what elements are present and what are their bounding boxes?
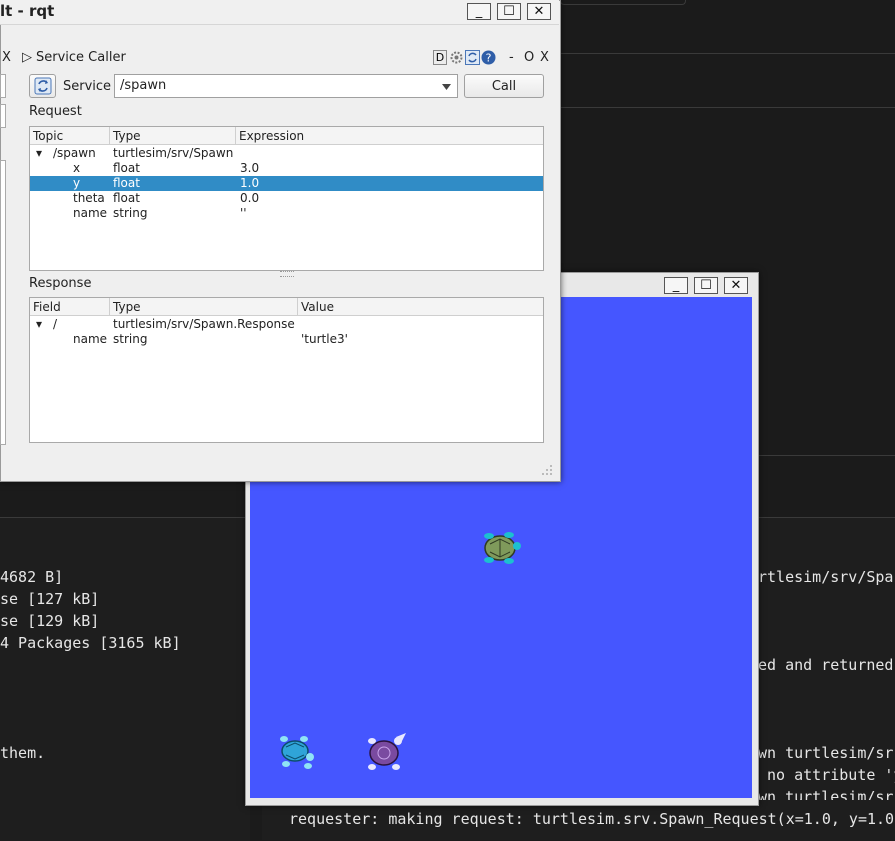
terminal-line: 4 Packages [3165 kB] bbox=[0, 634, 181, 652]
rqt-close-button[interactable]: ✕ bbox=[527, 3, 551, 20]
left-dock-widget bbox=[0, 74, 6, 98]
terminal-line: them. bbox=[0, 744, 46, 762]
left-dock-widget bbox=[0, 104, 6, 128]
row-topic: x bbox=[73, 161, 81, 175]
terminal-line: requester: making request: turtlesim.srv… bbox=[289, 810, 895, 828]
plugin-minimize-button[interactable]: - bbox=[509, 50, 514, 65]
plugin-float-button[interactable]: O bbox=[524, 50, 534, 65]
splitter-handle[interactable] bbox=[280, 271, 294, 277]
column-header-type[interactable]: Type bbox=[110, 127, 236, 145]
rqt-maximize-button[interactable]: ☐ bbox=[497, 3, 521, 20]
row-topic: y bbox=[73, 176, 81, 190]
column-header-type[interactable]: Type bbox=[110, 298, 298, 316]
turtlesim-maximize-button[interactable]: ☐ bbox=[694, 277, 718, 294]
left-dock-close-button[interactable]: X bbox=[2, 50, 11, 65]
row-expression[interactable]: 1.0 bbox=[240, 176, 259, 191]
service-label: Service bbox=[63, 79, 112, 94]
row-field: / bbox=[53, 317, 58, 331]
minimize-icon: _ bbox=[664, 277, 688, 294]
terminal-bottom: requester: making request: turtlesim.srv… bbox=[262, 800, 895, 840]
expand-arrow-icon[interactable]: ▾ bbox=[36, 317, 42, 332]
row-type: float bbox=[113, 161, 140, 175]
row-expression[interactable]: 0.0 bbox=[240, 191, 259, 206]
plugin-close-button[interactable]: X bbox=[540, 50, 549, 65]
maximize-icon: ☐ bbox=[497, 3, 521, 20]
chevron-down-icon bbox=[442, 84, 451, 90]
response-tree[interactable]: Field Type Value ▾ / turtlesim/srv/Spawn… bbox=[29, 297, 544, 443]
tree-row[interactable]: ▾ / turtlesim/srv/Spawn.Response bbox=[30, 317, 543, 332]
terminal-line: 4682 B] bbox=[0, 568, 64, 586]
row-topic: /spawn bbox=[53, 146, 96, 160]
reload-icon[interactable] bbox=[465, 50, 480, 65]
plugin-d-button[interactable]: D bbox=[433, 50, 447, 65]
tree-row[interactable]: ▾ /spawn turtlesim/srv/Spawn bbox=[30, 146, 543, 161]
terminal-left: 4682 B] se [127 kB] se [129 kB] 4 Packag… bbox=[0, 517, 250, 841]
row-type: float bbox=[113, 191, 140, 205]
row-type: turtlesim/srv/Spawn bbox=[113, 146, 234, 160]
maximize-icon: ☐ bbox=[694, 277, 718, 294]
terminal-top-right-btn bbox=[560, 0, 686, 5]
column-header-value[interactable]: Value bbox=[298, 298, 543, 316]
plugin-expand-icon[interactable]: ▷ bbox=[22, 50, 32, 65]
tree-row[interactable]: x float 3.0 bbox=[30, 161, 543, 176]
tree-row[interactable]: theta float 0.0 bbox=[30, 191, 543, 206]
close-icon: ✕ bbox=[724, 277, 748, 294]
help-icon[interactable]: ? bbox=[481, 50, 496, 65]
terminal-line: no attribute 'y bbox=[758, 766, 895, 784]
refresh-icon bbox=[34, 77, 51, 95]
terminal-line: wn turtlesim/sr bbox=[758, 744, 894, 762]
close-icon: ✕ bbox=[527, 3, 551, 20]
rqt-minimize-button[interactable]: _ bbox=[467, 3, 491, 20]
row-type: string bbox=[113, 206, 148, 220]
rqt-window-title: lt - rqt bbox=[0, 2, 55, 20]
column-header-field[interactable]: Field bbox=[30, 298, 110, 316]
plugin-title: Service Caller bbox=[36, 50, 126, 65]
response-label: Response bbox=[29, 276, 92, 291]
row-topic: name bbox=[73, 206, 108, 220]
refresh-services-button[interactable] bbox=[29, 74, 56, 98]
column-header-expression[interactable]: Expression bbox=[236, 127, 543, 145]
resize-grip-icon[interactable] bbox=[541, 464, 553, 476]
service-select-value: /spawn bbox=[120, 78, 167, 93]
tree-row[interactable]: name string '' bbox=[30, 206, 543, 221]
svg-text:?: ? bbox=[486, 52, 492, 65]
turtle-purple-icon bbox=[368, 733, 406, 770]
terminal-right: rtlesim/srv/Spa ed and returned wn turtl… bbox=[756, 517, 895, 841]
turtle-blue-icon bbox=[280, 736, 314, 769]
row-type: turtlesim/srv/Spawn.Response bbox=[113, 317, 295, 331]
terminal-line: se [127 kB] bbox=[0, 590, 100, 608]
row-expression[interactable]: 3.0 bbox=[240, 161, 259, 176]
call-button[interactable]: Call bbox=[464, 74, 544, 98]
turtlesim-close-button[interactable]: ✕ bbox=[724, 277, 748, 294]
column-header-topic[interactable]: Topic bbox=[30, 127, 110, 145]
request-tree[interactable]: Topic Type Expression ▾ /spawn turtlesim… bbox=[29, 126, 544, 271]
tree-row-selected[interactable]: y float 1.0 bbox=[30, 176, 543, 191]
row-field: name bbox=[73, 332, 108, 346]
expand-arrow-icon[interactable]: ▾ bbox=[36, 146, 42, 161]
turtle-green-icon bbox=[484, 532, 521, 564]
left-dock-panel bbox=[0, 160, 6, 445]
row-type: string bbox=[113, 332, 148, 346]
row-value: 'turtle3' bbox=[301, 332, 348, 346]
terminal-line: ed and returned bbox=[758, 656, 894, 674]
turtlesim-minimize-button[interactable]: _ bbox=[664, 277, 688, 294]
request-label: Request bbox=[29, 104, 82, 119]
row-expression[interactable]: '' bbox=[240, 206, 247, 221]
service-select[interactable]: /spawn bbox=[114, 74, 458, 98]
tree-row[interactable]: name string 'turtle3' bbox=[30, 332, 543, 347]
minimize-icon: _ bbox=[467, 3, 491, 20]
terminal-line: se [129 kB] bbox=[0, 612, 100, 630]
row-topic: theta bbox=[73, 191, 105, 205]
row-type: float bbox=[113, 176, 140, 190]
settings-gear-icon[interactable] bbox=[449, 50, 464, 65]
terminal-line: rtlesim/srv/Spa bbox=[758, 568, 894, 586]
